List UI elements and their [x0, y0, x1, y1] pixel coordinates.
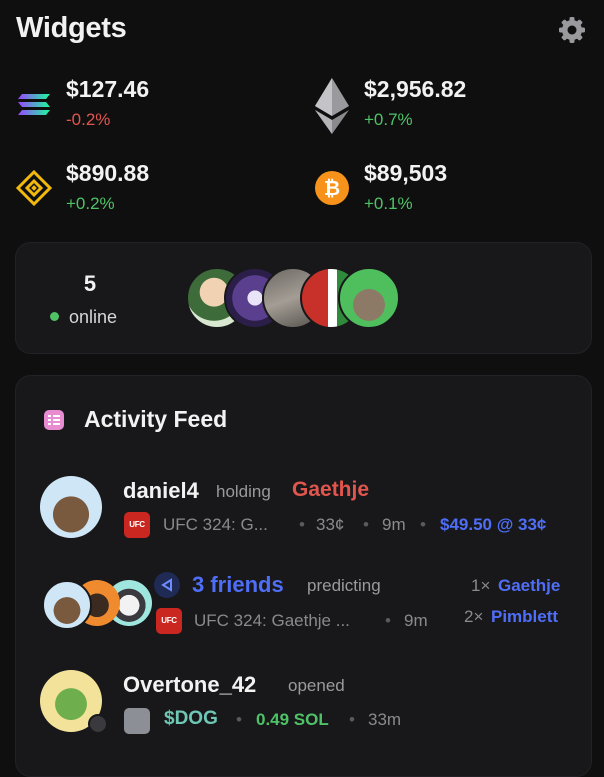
online-status-dot	[50, 311, 59, 321]
ticker-price: $890.88	[66, 160, 150, 186]
feed-price: 33¢	[316, 515, 345, 534]
gear-icon[interactable]	[556, 14, 588, 46]
solana-icon	[16, 86, 52, 122]
feed-time: 33m	[368, 710, 402, 729]
ticker-sol[interactable]: $127.46 -0.2%	[16, 76, 266, 136]
ticker-price: $89,503	[364, 160, 448, 186]
feed-market[interactable]: UFC 324: Gaethje ...	[194, 611, 350, 631]
feed-time: 9m	[382, 515, 406, 534]
pick-count: 1×	[471, 576, 491, 595]
separator-dot: •	[349, 710, 355, 729]
feed-item[interactable]: daniel4 holding Gaethje UFC UFC 324: G..…	[16, 474, 591, 544]
pick-count: 2×	[464, 607, 484, 626]
widgets-header: Widgets	[16, 8, 588, 48]
ufc-icon: UFC	[156, 608, 182, 634]
feed-user-name[interactable]: daniel4	[123, 478, 199, 504]
token-amount: 0.49 SOL	[256, 710, 329, 729]
ufc-icon: UFC	[124, 512, 150, 538]
svg-text:₿: ₿	[324, 176, 340, 200]
ticker-price: $127.46	[66, 76, 150, 102]
ethereum-icon	[314, 78, 350, 134]
badge-icon	[88, 714, 108, 734]
avatar[interactable]	[338, 267, 400, 329]
token-name[interactable]: $DOG	[164, 708, 218, 730]
page-title: Widgets	[16, 12, 127, 44]
feed-target[interactable]: Gaethje	[292, 478, 369, 502]
dog-token-icon	[124, 708, 150, 734]
feed-time: 9m	[404, 611, 428, 630]
ticker-btc[interactable]: ₿ $89,503 +0.1%	[314, 160, 584, 220]
feed-verb: opened	[288, 676, 345, 695]
separator-dot: •	[385, 611, 391, 630]
feed-position: $49.50 @ 33¢	[440, 515, 547, 534]
feed-verb: predicting	[307, 576, 381, 595]
ticker-change: +0.7%	[364, 110, 413, 129]
ticker-change: +0.1%	[364, 194, 413, 213]
ticker-eth[interactable]: $2,956.82 +0.7%	[314, 76, 584, 136]
separator-dot: •	[299, 515, 305, 534]
ticker-bnb[interactable]: $890.88 +0.2%	[15, 160, 266, 220]
feed-verb: holding	[216, 482, 271, 501]
ticker-change: +0.2%	[66, 194, 115, 213]
activity-feed-card: Activity Feed daniel4 holding Gaethje UF…	[15, 375, 592, 777]
feed-market[interactable]: UFC 324: G...	[163, 515, 268, 535]
pick-name[interactable]: Gaethje	[498, 576, 560, 596]
feed-item[interactable]: Overtone_42 opened $DOG • 0.49 SOL • 33m	[16, 668, 591, 738]
online-label: online	[50, 307, 117, 328]
friends-icon	[154, 572, 180, 598]
online-count: 5	[83, 271, 97, 296]
feed-item[interactable]: 3 friends predicting UFC UFC 324: Gaethj…	[16, 570, 591, 640]
avatar[interactable]	[42, 580, 92, 630]
online-users-card[interactable]: 5 online	[15, 242, 592, 354]
separator-dot: •	[236, 710, 242, 729]
separator-dot: •	[363, 515, 369, 534]
separator-dot: •	[420, 515, 426, 534]
pick-name[interactable]: Pimblett	[491, 607, 558, 627]
ticker-price: $2,956.82	[364, 76, 467, 102]
bitcoin-icon: ₿	[314, 170, 350, 206]
feed-user-name[interactable]: 3 friends	[192, 572, 284, 598]
ticker-change: -0.2%	[66, 110, 111, 129]
activity-feed-title: Activity Feed	[84, 406, 228, 432]
avatar[interactable]	[40, 476, 102, 538]
feed-icon	[42, 408, 66, 432]
feed-user-name[interactable]: Overtone_42	[123, 672, 256, 698]
bnb-icon	[15, 169, 53, 207]
online-avatar-stack[interactable]	[186, 267, 416, 329]
